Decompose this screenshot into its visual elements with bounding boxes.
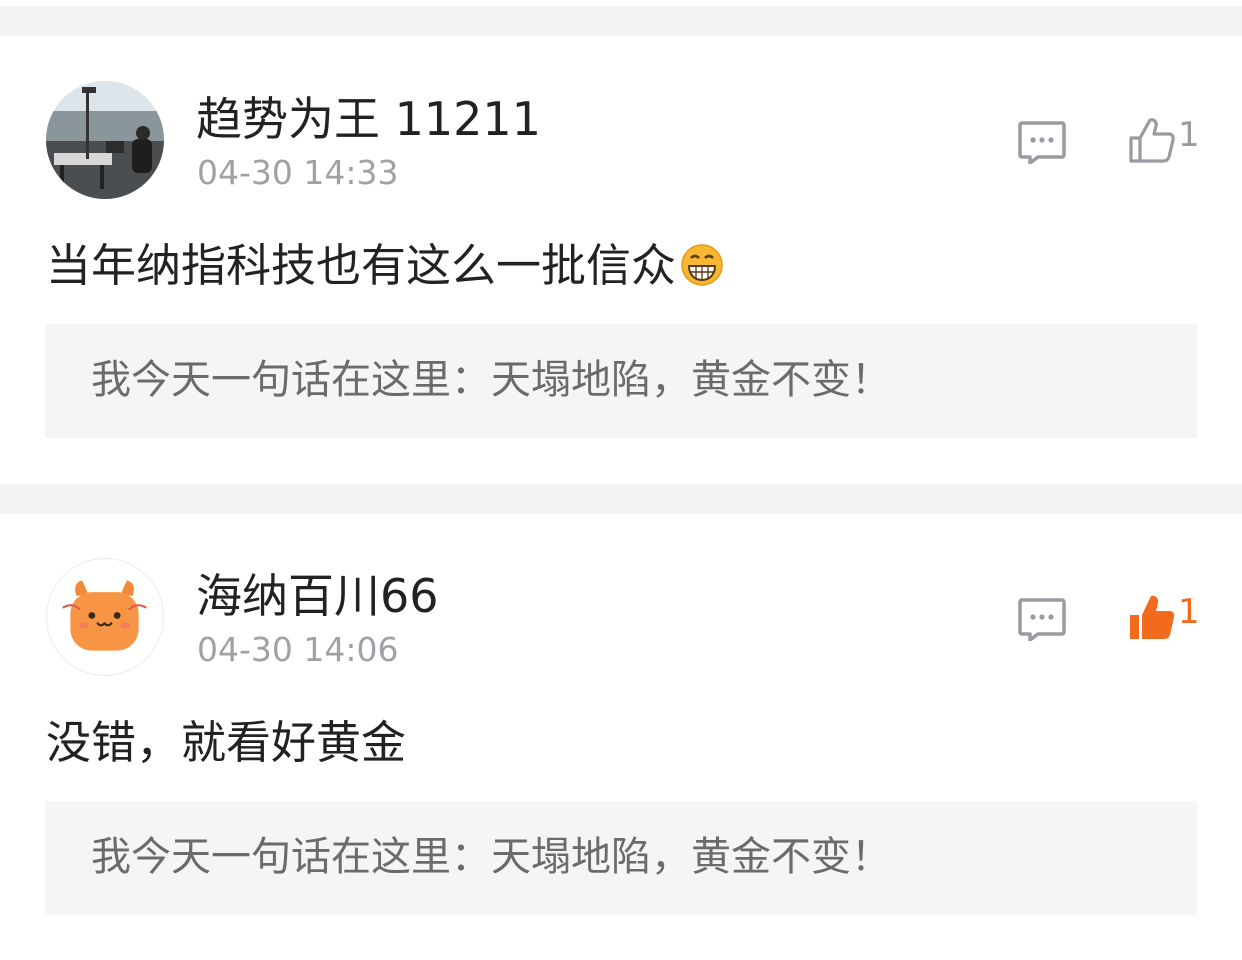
- like-count: 1: [1178, 592, 1200, 632]
- comment-bubble-icon: [1018, 121, 1066, 165]
- quoted-post[interactable]: 我今天一句话在这里：天塌地陷，黄金不变！: [45, 801, 1197, 915]
- username[interactable]: 海纳百川66: [196, 573, 439, 619]
- top-separator: [0, 6, 1242, 36]
- like-button-active[interactable]: 1: [1128, 592, 1200, 641]
- thumbs-up-icon: [1129, 118, 1175, 163]
- comment-text: 当年纳指科技也有这么一批信众: [46, 243, 724, 294]
- quoted-post-text: 我今天一句话在这里：天塌地陷，黄金不变！: [91, 834, 891, 880]
- avatar[interactable]: [46, 81, 164, 199]
- comment-separator: [0, 484, 1242, 514]
- comment-body: 没错，就看好黄金: [46, 716, 407, 769]
- like-count: 1: [1178, 115, 1200, 155]
- quoted-post[interactable]: 我今天一句话在这里：天塌地陷，黄金不变！: [45, 324, 1197, 438]
- quoted-post-text: 我今天一句话在这里：天塌地陷，黄金不变！: [91, 357, 891, 403]
- timestamp: 04-30 14:33: [197, 153, 399, 192]
- cartoon-avatar: [62, 580, 147, 651]
- comment-item: 海纳百川66 04-30 14:06 1 没错，就看好黄金 我今天一句话在这里：…: [0, 514, 1242, 960]
- username[interactable]: 趋势为王 11211: [196, 96, 541, 142]
- comment-item: 趋势为王 11211 04-30 14:33 1 当年纳指科技也有这么一批信众: [0, 36, 1242, 484]
- timestamp: 04-30 14:06: [197, 630, 399, 669]
- comment-bubble-icon: [1018, 598, 1066, 642]
- thumbs-up-filled-icon: [1130, 595, 1175, 639]
- reply-button[interactable]: [1018, 597, 1066, 642]
- reply-button[interactable]: [1018, 120, 1066, 165]
- grinning-face-emoji-icon: [680, 243, 724, 294]
- avatar[interactable]: [46, 558, 164, 676]
- like-button[interactable]: 1: [1128, 115, 1200, 164]
- comment-body: 当年纳指科技也有这么一批信众: [46, 239, 677, 292]
- avatar-photo: [46, 81, 164, 199]
